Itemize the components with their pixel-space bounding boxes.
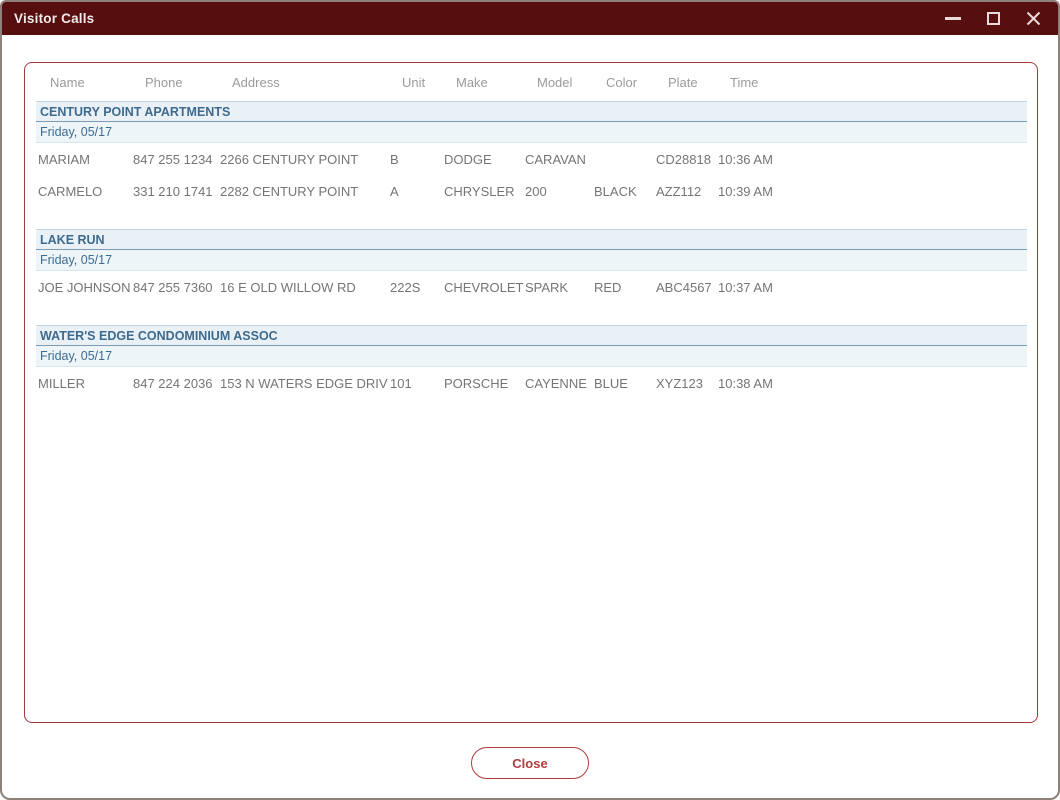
maximize-button[interactable] [978, 6, 1008, 32]
cell-address: 2266 CENTURY POINT [218, 152, 388, 167]
group-header-row[interactable]: CENTURY POINT APARTMENTS [36, 101, 1027, 122]
column-header-plate: Plate [654, 75, 716, 90]
table-row[interactable]: MARIAM847 255 12342266 CENTURY POINTBDOD… [36, 143, 1027, 175]
cell-color: BLUE [592, 376, 654, 391]
column-header-make: Make [442, 75, 523, 90]
group-header-row[interactable]: WATER'S EDGE CONDOMINIUM ASSOC [36, 325, 1027, 346]
cell-make: PORSCHE [442, 376, 523, 391]
column-header-unit: Unit [388, 75, 442, 90]
cell-plate: XYZ123 [654, 376, 716, 391]
cell-model: CAYENNE [523, 376, 592, 391]
cell-name: MARIAM [36, 152, 131, 167]
column-header-address: Address [218, 75, 388, 90]
window-title: Visitor Calls [14, 11, 94, 26]
cell-time: 10:38 AM [716, 376, 796, 391]
close-icon [1026, 11, 1041, 26]
column-header-color: Color [592, 75, 654, 90]
visitor-calls-panel: Name Phone Address Unit Make Model Color… [24, 62, 1038, 723]
cell-unit: A [388, 184, 442, 199]
cell-model: SPARK [523, 280, 592, 295]
cell-time: 10:37 AM [716, 280, 796, 295]
cell-color: BLACK [592, 184, 654, 199]
group-name-label: WATER'S EDGE CONDOMINIUM ASSOC [40, 329, 278, 343]
cell-make: DODGE [442, 152, 523, 167]
visitor-group: LAKE RUN Friday, 05/17 JOE JOHNSON847 255 … [36, 229, 1027, 303]
column-header-phone: Phone [131, 75, 218, 90]
cell-name: JOE JOHNSON [36, 280, 131, 295]
group-date-label: Friday, 05/17 [40, 125, 112, 139]
table-row[interactable]: JOE JOHNSON847 255 736016 E OLD WILLOW R… [36, 271, 1027, 303]
cell-phone: 847 224 2036 [131, 376, 218, 391]
close-button[interactable]: Close [471, 747, 589, 779]
cell-make: CHEVROLET [442, 280, 523, 295]
maximize-icon [987, 12, 1000, 25]
column-header-model: Model [523, 75, 592, 90]
dialog-footer: Close [2, 747, 1058, 779]
table-row[interactable]: MILLER847 224 2036153 N WATERS EDGE DRIV… [36, 367, 1027, 399]
cell-unit: 222S [388, 280, 442, 295]
cell-plate: CD28818 [654, 152, 716, 167]
cell-model: CARAVAN [523, 152, 592, 167]
visitor-group: WATER'S EDGE CONDOMINIUM ASSOC Friday, 05… [36, 325, 1027, 399]
cell-color: RED [592, 280, 654, 295]
group-date-label: Friday, 05/17 [40, 349, 112, 363]
table-row[interactable]: CARMELO331 210 17412282 CENTURY POINTACH… [36, 175, 1027, 207]
group-date-row[interactable]: Friday, 05/17 [36, 346, 1027, 367]
cell-name: MILLER [36, 376, 131, 391]
titlebar[interactable]: Visitor Calls [2, 2, 1058, 35]
cell-address: 153 N WATERS EDGE DRIVE [218, 376, 388, 391]
cell-plate: AZZ112 [654, 184, 716, 199]
group-date-row[interactable]: Friday, 05/17 [36, 122, 1027, 143]
cell-phone: 331 210 1741 [131, 184, 218, 199]
table-groups: CENTURY POINT APARTMENTS Friday, 05/17 MAR… [25, 101, 1037, 399]
group-date-label: Friday, 05/17 [40, 253, 112, 267]
cell-unit: 101 [388, 376, 442, 391]
group-name-label: LAKE RUN [40, 233, 105, 247]
cell-make: CHRYSLER [442, 184, 523, 199]
minimize-icon [945, 17, 961, 20]
cell-unit: B [388, 152, 442, 167]
cell-address: 2282 CENTURY POINT [218, 184, 388, 199]
cell-model: 200 [523, 184, 592, 199]
close-window-button[interactable] [1018, 6, 1048, 32]
cell-time: 10:39 AM [716, 184, 796, 199]
column-header-name: Name [36, 75, 131, 90]
group-name-label: CENTURY POINT APARTMENTS [40, 105, 230, 119]
group-header-row[interactable]: LAKE RUN [36, 229, 1027, 250]
column-header-row: Name Phone Address Unit Make Model Color… [36, 63, 1027, 101]
cell-phone: 847 255 7360 [131, 280, 218, 295]
cell-phone: 847 255 1234 [131, 152, 218, 167]
minimize-button[interactable] [938, 6, 968, 32]
cell-time: 10:36 AM [716, 152, 796, 167]
cell-address: 16 E OLD WILLOW RD [218, 280, 388, 295]
cell-name: CARMELO [36, 184, 131, 199]
cell-plate: ABC4567 [654, 280, 716, 295]
visitor-calls-window: Visitor Calls Name Phone Address Unit Ma… [0, 0, 1060, 800]
column-header-time: Time [716, 75, 796, 90]
visitor-group: CENTURY POINT APARTMENTS Friday, 05/17 MAR… [36, 101, 1027, 207]
group-date-row[interactable]: Friday, 05/17 [36, 250, 1027, 271]
